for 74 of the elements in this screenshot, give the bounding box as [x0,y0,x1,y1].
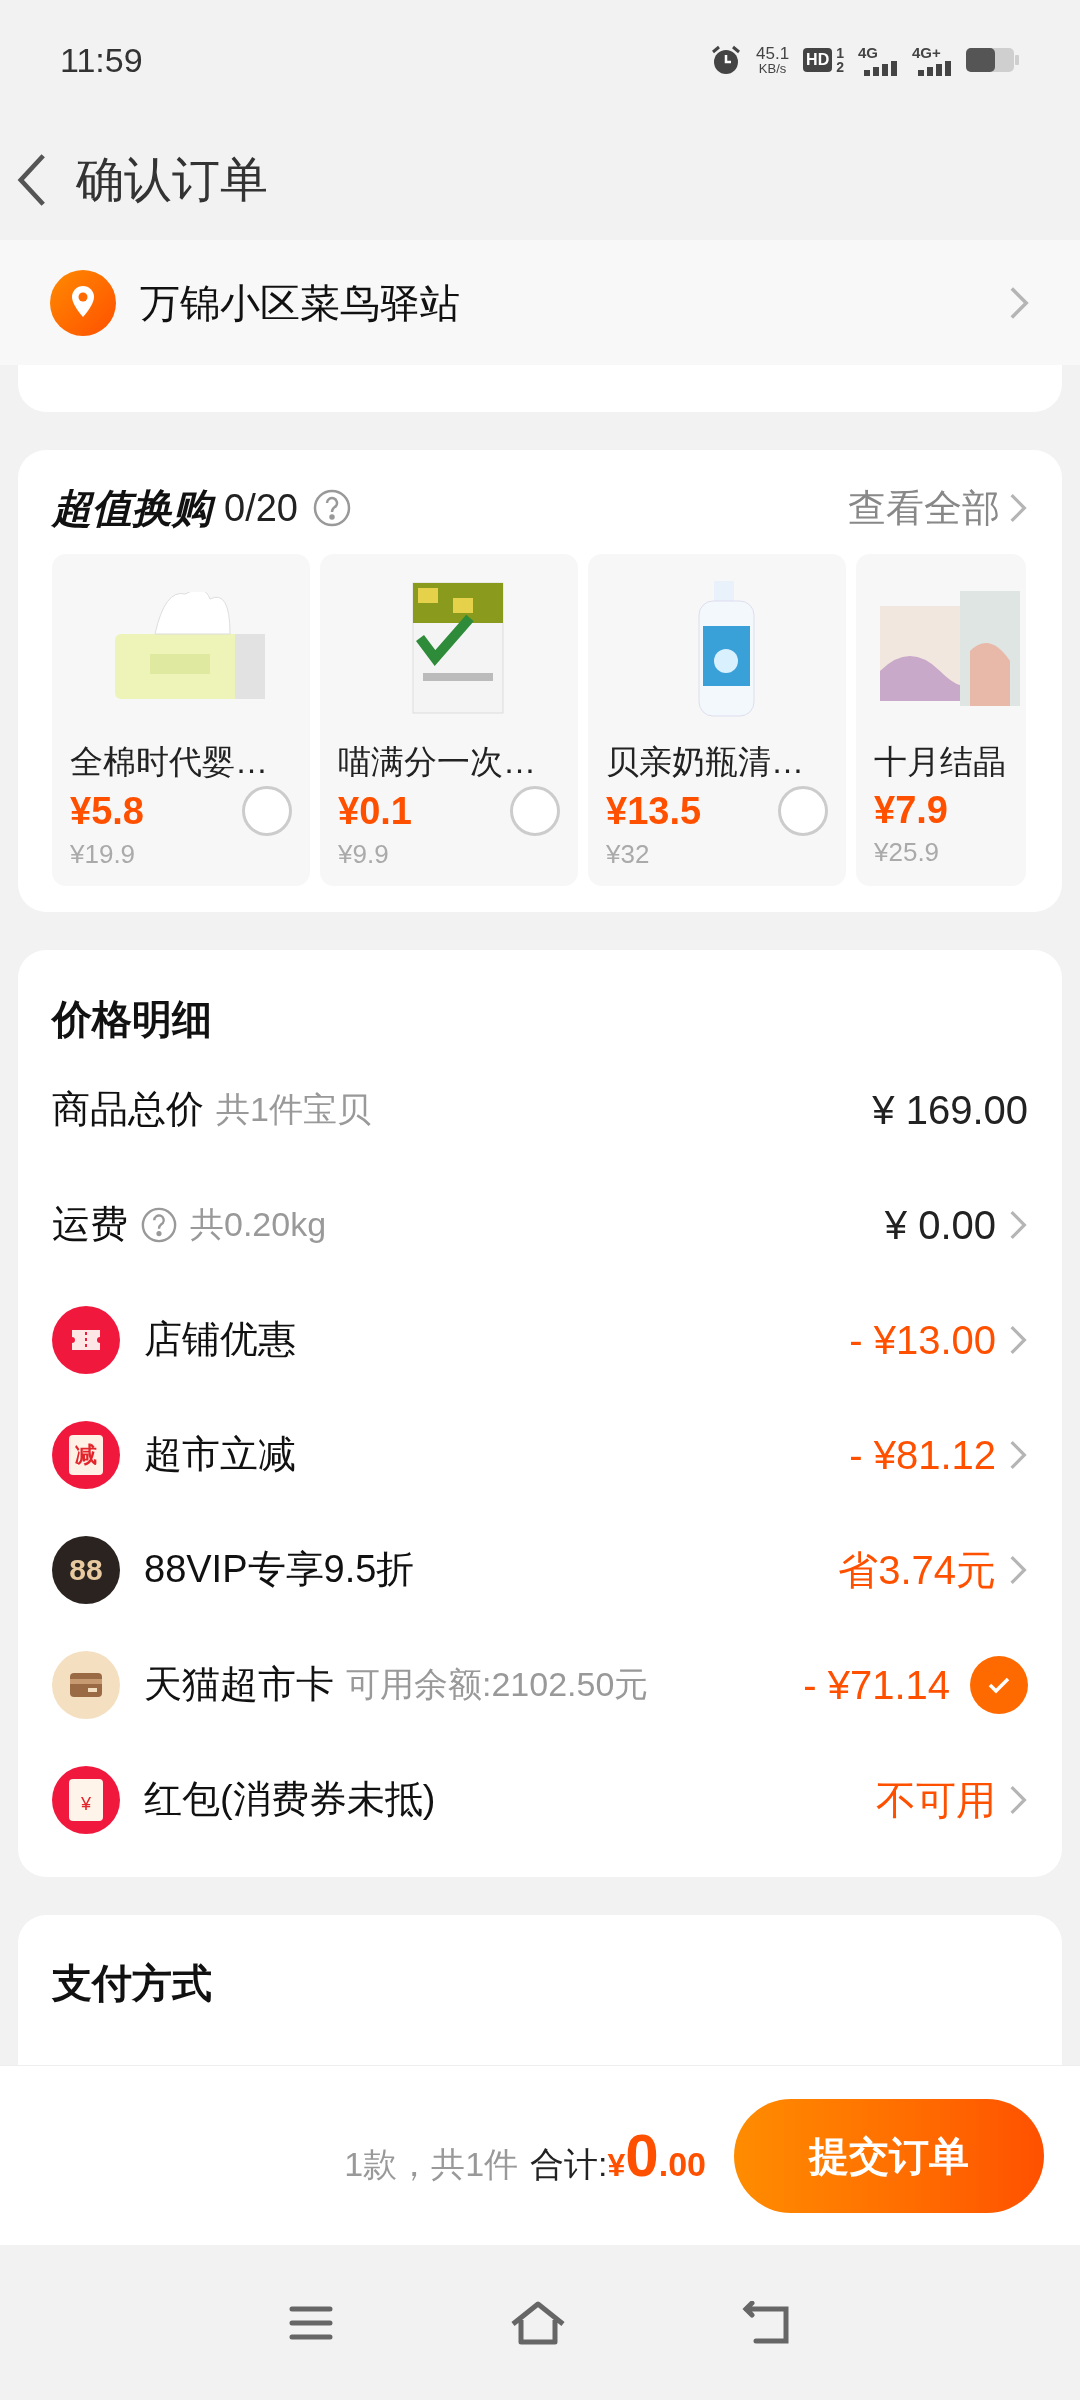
address-bar[interactable]: 万锦小区菜鸟驿站 [0,240,1080,365]
total-amount: ¥0.00 [607,2120,706,2191]
row-value: - ¥13.00 [849,1316,996,1364]
product-name: 贝亲奶瓶清… [606,742,805,782]
product-price: ¥0.1 [338,789,412,834]
product-price: ¥5.8 [70,789,144,834]
card-icon [52,1650,120,1719]
product-name: 全棉时代婴… [70,742,269,782]
product-name: 喵满分一次… [338,742,537,782]
address-name: 万锦小区菜鸟驿站 [140,279,461,327]
chevron-right-icon [1008,1438,1028,1471]
row-value: ¥ 169.00 [872,1086,1028,1134]
row-label: 店铺优惠 [144,1317,296,1362]
menu-icon[interactable] [287,2304,334,2341]
original-price: ¥25.9 [874,836,941,869]
row-label: 运费 [52,1202,128,1247]
view-all-link[interactable]: 查看全部 [848,479,1000,537]
envelope-icon: ¥ [52,1765,120,1834]
ticket-icon [52,1305,120,1374]
network-speed: 45.1 [756,45,790,62]
row-value: 省3.74元 [838,1546,996,1594]
select-radio[interactable] [778,786,828,836]
section-title: 支付方式 [52,1961,212,2005]
page-title: 确认订单 [76,152,268,208]
sim-label: 1 [836,46,844,60]
discount-icon: 减 [52,1420,120,1489]
original-price: ¥32 [606,838,651,871]
row-label: 商品总价 [52,1087,204,1132]
row-note: 共0.20kg [190,1204,327,1245]
exchange-count: 0/20 [224,485,298,531]
help-icon [311,488,352,528]
home-icon[interactable] [509,2299,567,2346]
alarm-icon [710,44,742,76]
chevron-right-icon [1008,1208,1028,1241]
row-label: 88VIP专享9.5折 [144,1547,415,1592]
product-card[interactable]: 贝亲奶瓶清… ¥13.5 ¥32 [588,554,846,886]
chevron-right-icon [1008,492,1028,524]
select-radio[interactable] [242,786,292,836]
row-label: 超市立减 [144,1432,296,1477]
original-price: ¥9.9 [338,838,390,871]
sim-label: 2 [836,60,844,74]
item-count: 1款，共1件 [344,2143,519,2185]
row-value: ¥ 0.00 [884,1201,996,1249]
row-value: - ¥71.14 [803,1661,950,1709]
battery-icon [966,46,1020,74]
network-type: 4G [858,44,878,60]
vip-icon: 88 [52,1535,120,1604]
product-card[interactable]: 十月结晶 ¥7.9 ¥25.9 [856,554,1026,886]
location-pin-icon [50,269,116,336]
original-price: ¥19.9 [70,838,137,871]
hd-badge: HD [803,48,833,72]
help-icon [140,1205,178,1244]
chevron-right-icon [1008,1553,1028,1586]
speed-unit: KB/s [758,62,787,75]
product-price: ¥7.9 [874,788,948,833]
total-label: 合计: [530,2143,608,2185]
row-value: 不可用 [876,1776,996,1824]
chevron-right-icon [1008,1783,1028,1816]
status-time: 11:59 [60,39,143,81]
product-price: ¥13.5 [606,789,702,834]
row-label: 红包(消费券未抵) [144,1777,436,1822]
product-card[interactable]: 喵满分一次… ¥0.1 ¥9.9 [320,554,578,886]
row-label: 天猫超市卡 [144,1662,334,1707]
row-note: 可用余额:2102.50元 [346,1664,649,1705]
row-note: 共1件宝贝 [216,1089,371,1130]
chevron-right-icon [1008,1323,1028,1356]
section-title: 价格明细 [52,996,212,1043]
product-card[interactable]: 全棉时代婴… ¥5.8 ¥19.9 [52,554,310,886]
check-icon[interactable] [970,1655,1028,1714]
row-value: - ¥81.12 [849,1431,996,1479]
back-icon [17,152,47,208]
product-name: 十月结晶 [874,742,1007,782]
network-type: 4G+ [912,44,941,60]
select-radio[interactable] [510,786,560,836]
